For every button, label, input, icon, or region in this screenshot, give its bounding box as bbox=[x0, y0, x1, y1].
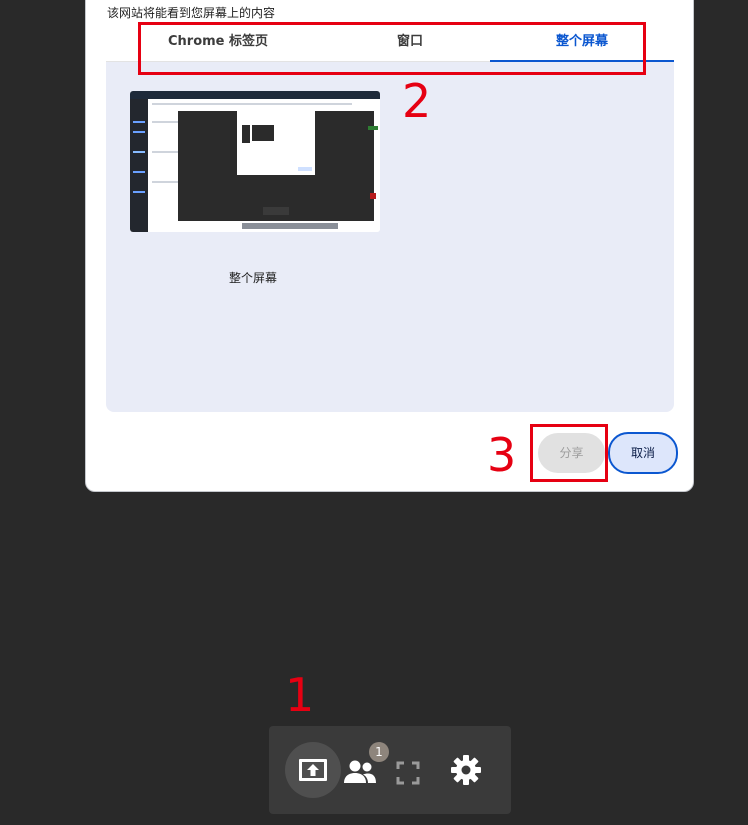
tab-window[interactable]: 窗口 bbox=[330, 25, 490, 61]
annotation-number-2: 2 bbox=[402, 74, 432, 128]
dialog-description: 该网站将能看到您屏幕上的内容 bbox=[107, 6, 276, 20]
annotation-number-1: 1 bbox=[285, 668, 315, 722]
gear-icon bbox=[451, 755, 481, 785]
screen-source-card[interactable]: 整个屏幕 bbox=[126, 89, 380, 309]
present-screen-icon bbox=[299, 759, 327, 781]
screen-source-label: 整个屏幕 bbox=[228, 271, 277, 285]
tab-entire-screen-label: 整个屏幕 bbox=[555, 34, 608, 49]
share-button[interactable]: 分享 bbox=[538, 433, 605, 473]
source-tabs: Chrome 标签页 窗口 整个屏幕 bbox=[106, 25, 674, 62]
present-screen-button[interactable] bbox=[285, 742, 341, 798]
participants-count-badge: 1 bbox=[369, 742, 389, 762]
screen-share-dialog: 该网站将能看到您屏幕上的内容 Chrome 标签页 窗口 整个屏幕 整个屏幕 分… bbox=[85, 0, 694, 492]
tab-entire-screen[interactable]: 整个屏幕 bbox=[490, 25, 674, 62]
participants-icon bbox=[344, 760, 376, 783]
annotation-number-3: 3 bbox=[487, 428, 517, 482]
screen-thumbnail bbox=[130, 91, 380, 232]
source-panel: 整个屏幕 bbox=[106, 62, 674, 412]
settings-button[interactable] bbox=[449, 753, 483, 787]
fullscreen-icon bbox=[396, 761, 420, 785]
tab-chrome-tab[interactable]: Chrome 标签页 bbox=[106, 25, 330, 61]
fullscreen-button[interactable] bbox=[393, 758, 423, 788]
screen-thumbnail-image bbox=[130, 91, 380, 232]
call-toolbar: 1 bbox=[269, 726, 511, 814]
cancel-button[interactable]: 取消 bbox=[608, 432, 678, 474]
